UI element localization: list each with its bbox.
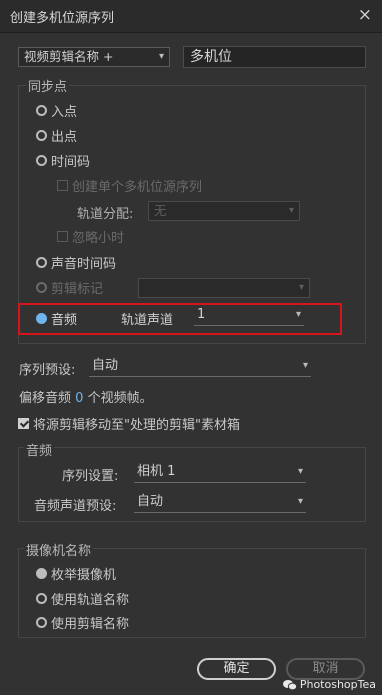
audio-label: 音频 [51, 313, 78, 328]
in-point-label: 入点 [51, 105, 78, 120]
chevron-down-icon: ▾ [302, 360, 308, 371]
audio-radio[interactable] [36, 313, 47, 324]
chevron-down-icon: ▾ [297, 466, 303, 477]
chevron-down-icon: ▾ [158, 51, 164, 62]
watermark: PhotoshopTea [282, 678, 376, 691]
use-clip-names-label: 使用剪辑名称 [51, 617, 130, 632]
clip-marker-dropdown[interactable]: ▾ [138, 278, 310, 298]
track-channel-label: 轨道声道 [121, 313, 174, 328]
timecode-radio[interactable] [36, 155, 47, 166]
camera-names-title: 摄像机名称 [24, 540, 94, 559]
watermark-text: PhotoshopTea [299, 678, 376, 691]
name-input[interactable]: 多机位 [183, 46, 366, 68]
track-assign-dropdown[interactable]: 无 ▾ [148, 201, 300, 221]
cancel-button[interactable]: 取消 [286, 658, 365, 680]
offset-audio-prefix: 偏移音频 [19, 391, 72, 406]
track-assign-value: 无 [154, 203, 167, 218]
use-clip-names-radio[interactable] [36, 617, 47, 628]
move-clips-label: 将源剪辑移动至"处理的剪辑"素材箱 [33, 418, 240, 433]
ignore-hours-label: 忽略小时 [72, 231, 125, 246]
chevron-down-icon: ▾ [288, 205, 294, 216]
channel-preset-value: 自动 [137, 494, 164, 509]
window-title: 创建多机位源序列 [10, 11, 115, 26]
sequence-preset-value: 自动 [92, 358, 119, 373]
ignore-hours-checkbox[interactable] [57, 231, 68, 242]
out-point-radio[interactable] [36, 130, 47, 141]
sequence-preset-dropdown[interactable]: 自动 ▾ [89, 357, 311, 377]
in-point-radio[interactable] [36, 105, 47, 116]
title-bar: 创建多机位源序列 × [0, 0, 382, 33]
name-input-value: 多机位 [190, 49, 232, 65]
clip-marker-label: 剪辑标记 [51, 282, 104, 297]
move-clips-checkbox[interactable] [18, 418, 29, 429]
create-single-label: 创建单个多机位源序列 [72, 180, 203, 195]
sound-timecode-label: 声音时间码 [51, 257, 117, 272]
out-point-label: 出点 [51, 130, 78, 145]
sequence-settings-dropdown[interactable]: 相机 1 ▾ [134, 463, 306, 483]
sequence-preset-label: 序列预设: [19, 363, 76, 378]
track-channel-dropdown[interactable]: 1 ▾ [194, 306, 304, 326]
sync-point-title: 同步点 [26, 76, 70, 95]
sequence-settings-label: 序列设置: [62, 469, 119, 484]
offset-audio-value[interactable]: 0 [75, 391, 83, 406]
audio-group-title: 音频 [24, 440, 55, 459]
track-channel-value: 1 [197, 307, 206, 322]
clip-name-dropdown-value: 视频剪辑名称 + [24, 49, 114, 64]
chevron-down-icon: ▾ [298, 282, 304, 293]
timecode-label: 时间码 [51, 155, 91, 170]
sound-timecode-radio[interactable] [36, 257, 47, 268]
close-icon[interactable]: × [358, 4, 372, 26]
clip-marker-radio[interactable] [36, 282, 47, 293]
chevron-down-icon: ▾ [295, 309, 301, 320]
enumerate-cameras-radio[interactable] [36, 568, 47, 579]
offset-audio-suffix: 个视频帧。 [87, 391, 153, 406]
wechat-icon [282, 680, 297, 691]
track-assign-label: 轨道分配: [77, 207, 134, 222]
channel-preset-label: 音频声道预设: [34, 499, 117, 514]
offset-audio-label: 偏移音频 0 个视频帧。 [19, 387, 153, 406]
clip-name-dropdown[interactable]: 视频剪辑名称 + ▾ [18, 47, 170, 67]
ok-button[interactable]: 确定 [197, 658, 276, 680]
sequence-settings-value: 相机 1 [137, 464, 176, 479]
enumerate-cameras-label: 枚举摄像机 [51, 568, 117, 583]
use-track-names-radio[interactable] [36, 593, 47, 604]
create-single-checkbox[interactable] [57, 180, 68, 191]
chevron-down-icon: ▾ [297, 496, 303, 507]
use-track-names-label: 使用轨道名称 [51, 593, 130, 608]
channel-preset-dropdown[interactable]: 自动 ▾ [134, 493, 306, 513]
